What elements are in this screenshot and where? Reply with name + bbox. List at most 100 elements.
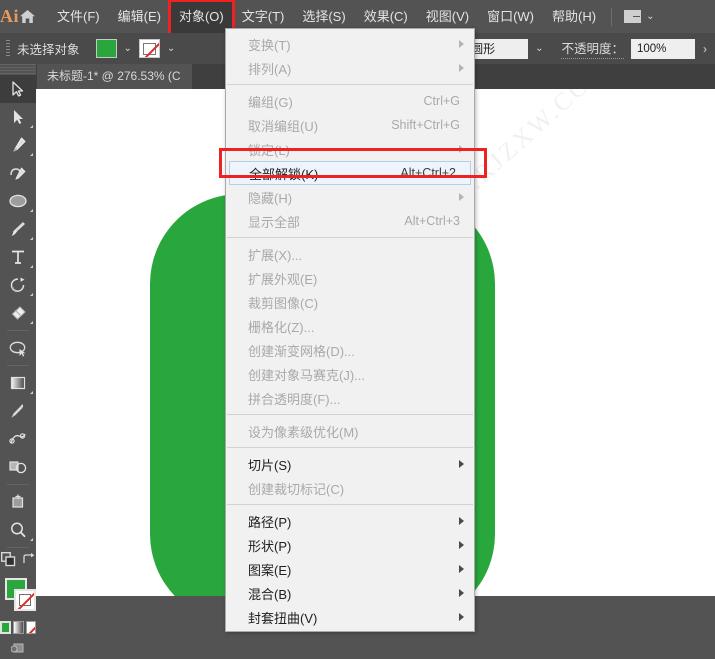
menu-item-path[interactable]: 路径(P): [226, 509, 474, 533]
overlap-shapes-icon[interactable]: [0, 551, 16, 572]
menu-item-label: 路径(P): [248, 514, 292, 530]
stroke-profile-chevron-icon[interactable]: ⌄: [528, 43, 550, 54]
menu-item-create-object-mosaic[interactable]: 创建对象马赛克(J)...: [226, 362, 474, 386]
menu-item-show-all[interactable]: 显示全部 Alt+Ctrl+3: [226, 209, 474, 233]
lasso-tool[interactable]: [0, 334, 36, 362]
menu-item-pattern[interactable]: 图案(E): [226, 557, 474, 581]
menu-item-label: 设为像素级优化(M): [248, 424, 359, 440]
menu-item-label: 扩展(X)...: [248, 247, 303, 263]
type-tool[interactable]: [0, 243, 36, 271]
menubar-divider-right: [611, 7, 613, 26]
opacity-value-input[interactable]: 100%: [631, 38, 695, 59]
menu-item-rasterize[interactable]: 栅格化(Z)...: [226, 314, 474, 338]
tools-divider: [7, 330, 29, 331]
menu-edit[interactable]: 编辑(E): [109, 0, 170, 33]
menu-item-label: 混合(B): [248, 586, 292, 602]
selection-tool[interactable]: [0, 75, 36, 103]
eyedropper-tool[interactable]: [0, 397, 36, 425]
menu-item-ungroup[interactable]: 取消编组(U) Shift+Ctrl+G: [226, 113, 474, 137]
object-menu-dropdown[interactable]: 变换(T) 排列(A) 编组(G) Ctrl+G 取消编组(U) Shift+Ctrl+G…: [225, 28, 475, 632]
menu-item-make-pixel-perfect[interactable]: 设为像素级优化(M): [226, 419, 474, 443]
menu-window[interactable]: 窗口(W): [478, 0, 543, 33]
none-swatch-icon[interactable]: [25, 621, 36, 634]
home-icon[interactable]: [19, 0, 36, 33]
illustrator-window: Ai 文件(F) 编辑(E) 对象(O) 文字(T) 选择(S) 效果(C) 视图(V) 窗口…: [0, 0, 715, 653]
menu-item-label: 裁剪图像(C): [248, 295, 319, 311]
menu-item-create-gradient-mesh[interactable]: 创建渐变网格(D)...: [226, 338, 474, 362]
submenu-arrow-icon: [459, 193, 464, 201]
menu-item-envelope-distort[interactable]: 封套扭曲(V): [226, 605, 474, 629]
ellipse-tool[interactable]: [0, 187, 36, 215]
submenu-arrow-icon: [459, 517, 464, 525]
chevron-down-icon: ⌄: [646, 11, 655, 22]
menu-help[interactable]: 帮助(H): [543, 0, 605, 33]
tools-panel: [0, 64, 37, 653]
menu-item-shortcut: Alt+Ctrl+2: [400, 166, 456, 180]
menu-item-hide[interactable]: 隐藏(H): [226, 185, 474, 209]
direct-selection-tool[interactable]: [0, 103, 36, 131]
menu-item-flatten-transparency[interactable]: 拼合透明度(F)...: [226, 386, 474, 410]
color-swatch-icon[interactable]: [0, 621, 12, 634]
menu-file[interactable]: 文件(F): [48, 0, 109, 33]
menu-item-expand-appearance[interactable]: 扩展外观(E): [226, 266, 474, 290]
ai-logo-icon: Ai: [0, 6, 19, 26]
menu-item-label: 变换(T): [248, 37, 291, 53]
menu-item-lock[interactable]: 锁定(L): [226, 137, 474, 161]
curvature-tool[interactable]: [0, 159, 36, 187]
submenu-arrow-icon: [459, 613, 464, 621]
menu-item-label: 创建渐变网格(D)...: [248, 343, 355, 359]
menu-item-label: 编组(G): [248, 94, 293, 110]
swap-fill-stroke-icon[interactable]: [22, 553, 35, 571]
submenu-arrow-icon: [459, 145, 464, 153]
submenu-arrow-icon: [459, 40, 464, 48]
artboard-tool[interactable]: [0, 488, 36, 516]
fill-swatch-group: ⌄ ⌄: [95, 39, 183, 58]
submenu-arrow-icon: [459, 460, 464, 468]
eraser-tool[interactable]: [0, 299, 36, 327]
menu-item-shape[interactable]: 形状(P): [226, 533, 474, 557]
menu-item-label: 切片(S): [248, 457, 292, 473]
menu-item-shortcut: Alt+Ctrl+3: [404, 214, 460, 228]
arrange-documents-button[interactable]: ⌄: [618, 10, 660, 23]
screen-mode-icon[interactable]: [10, 641, 25, 659]
opacity-expand-arrow-icon[interactable]: ›: [695, 42, 707, 56]
toolbar-stroke-swatch[interactable]: [14, 589, 36, 611]
menu-item-label: 图案(E): [248, 562, 292, 578]
pen-tool[interactable]: [0, 131, 36, 159]
menu-item-shortcut: Shift+Ctrl+G: [391, 118, 460, 132]
menu-item-create-trim-marks[interactable]: 创建裁切标记(C): [226, 476, 474, 500]
rotate-tool[interactable]: [0, 271, 36, 299]
menu-item-label: 锁定(L): [248, 142, 290, 158]
menu-item-label: 创建对象马赛克(J)...: [248, 367, 365, 383]
blend-tool[interactable]: [0, 425, 36, 453]
menu-item-expand[interactable]: 扩展(X)...: [226, 242, 474, 266]
menu-separator: [227, 504, 473, 505]
menu-object[interactable]: 对象(O): [167, 0, 235, 39]
menu-item-crop-image[interactable]: 裁剪图像(C): [226, 290, 474, 314]
stroke-dropdown-chevron-icon[interactable]: ⌄: [160, 43, 182, 54]
menu-item-unlock-all[interactable]: 全部解锁(K) Alt+Ctrl+2: [229, 161, 471, 185]
control-bar-grip[interactable]: [6, 40, 10, 57]
paintbrush-tool[interactable]: [0, 215, 36, 243]
document-tab[interactable]: 未标题-1* @ 276.53% (C: [36, 64, 192, 89]
gradient-swatch-icon[interactable]: [13, 621, 24, 634]
zoom-tool[interactable]: [0, 516, 36, 544]
arrange-documents-icon: [624, 10, 642, 23]
menu-item-shortcut: Ctrl+G: [423, 94, 460, 108]
menu-separator: [227, 447, 473, 448]
shape-builder-tool[interactable]: [0, 453, 36, 481]
menu-item-group[interactable]: 编组(G) Ctrl+G: [226, 89, 474, 113]
menu-item-label: 排列(A): [248, 61, 292, 77]
menu-item-arrange[interactable]: 排列(A): [226, 56, 474, 80]
menu-item-transform[interactable]: 变换(T): [226, 32, 474, 56]
fill-dropdown-chevron-icon[interactable]: ⌄: [117, 43, 139, 54]
fill-color-swatch[interactable]: [95, 39, 117, 58]
menu-item-label: 取消编组(U): [248, 118, 319, 134]
menu-item-slice[interactable]: 切片(S): [226, 452, 474, 476]
gradient-tool[interactable]: [0, 369, 36, 397]
menu-item-blend[interactable]: 混合(B): [226, 581, 474, 605]
selection-status-label: 未选择对象: [17, 43, 80, 57]
tools-divider: [7, 365, 29, 366]
tools-panel-grip[interactable]: [0, 64, 36, 75]
stroke-color-swatch[interactable]: [138, 39, 160, 58]
